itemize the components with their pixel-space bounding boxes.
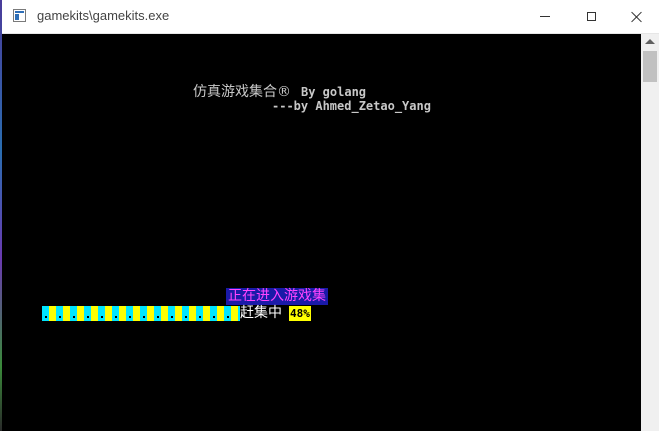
banner-line: 仿真游戏集合® By golang — [193, 81, 366, 101]
loading-label: 正在进入游戏集 — [226, 288, 328, 305]
progress-status-text: 赶集中 — [240, 305, 282, 321]
console-area[interactable]: 仿真游戏集合® By golang ---by Ahmed_Zetao_Yang … — [2, 34, 641, 431]
minimize-button[interactable] — [522, 0, 568, 33]
maximize-button[interactable] — [568, 0, 614, 33]
progress-percent: 48% — [289, 306, 311, 321]
window-title: gamekits\gamekits.exe — [37, 8, 170, 23]
scroll-up-arrow-icon[interactable] — [645, 39, 655, 44]
banner-by: By golang — [301, 85, 367, 99]
close-icon — [631, 11, 643, 23]
title-bar[interactable]: gamekits\gamekits.exe — [2, 0, 659, 34]
close-button[interactable] — [614, 0, 659, 33]
scroll-thumb[interactable] — [643, 51, 657, 82]
author-line: ---by Ahmed_Zetao_Yang — [272, 99, 431, 113]
progress-fill — [42, 306, 240, 321]
vertical-scrollbar[interactable] — [641, 34, 659, 431]
console-window-icon — [13, 9, 26, 22]
progress-bar — [42, 306, 240, 321]
maximize-icon — [586, 12, 596, 21]
banner-title: 仿真游戏集合® — [193, 84, 291, 100]
minimize-icon — [540, 16, 550, 17]
